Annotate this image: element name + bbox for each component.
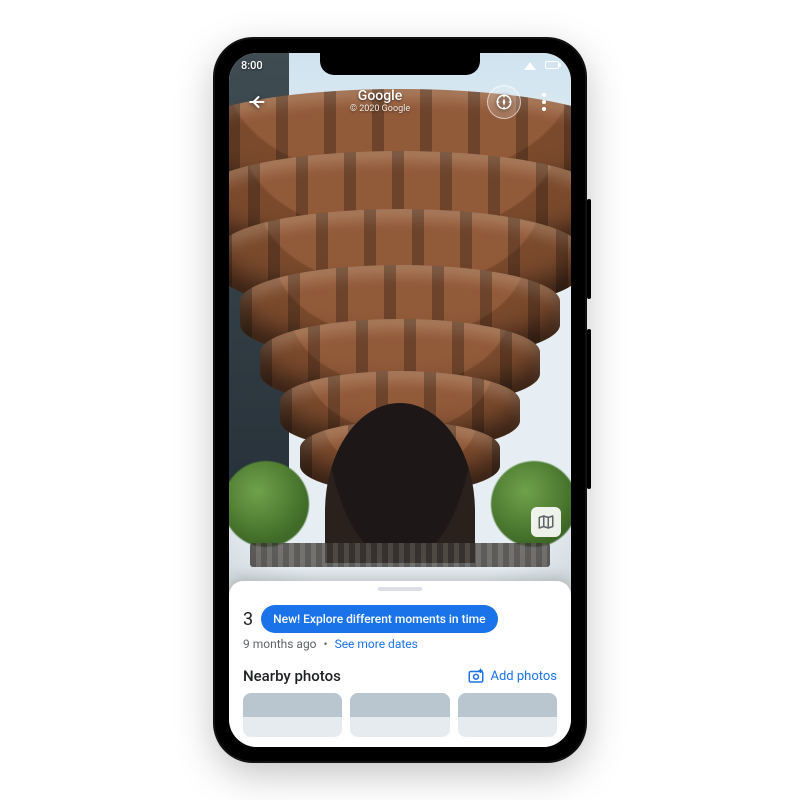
- status-bar: 8:00: [229, 53, 571, 77]
- nearby-heading: Nearby photos: [243, 667, 341, 685]
- add-photos-button[interactable]: Add photos: [467, 667, 558, 685]
- header-title-block: Google © 2020 Google: [350, 89, 410, 114]
- nearby-thumbnail[interactable]: [350, 693, 449, 737]
- status-indicators: [518, 59, 559, 72]
- back-button[interactable]: [239, 85, 273, 119]
- header-title: Google: [350, 89, 410, 104]
- nearby-thumbnail[interactable]: [458, 693, 557, 737]
- nearby-thumbnail[interactable]: [243, 693, 342, 737]
- more-vert-icon: [542, 93, 546, 111]
- compass-icon: [495, 93, 513, 111]
- bottom-sheet[interactable]: 3 New! Explore different moments in time…: [229, 581, 571, 747]
- signal-icon: [524, 62, 536, 70]
- header-subtitle: © 2020 Google: [350, 105, 410, 115]
- side-button: [587, 199, 591, 299]
- map-icon: [537, 513, 555, 531]
- photo-meta: 9 months ago • See more dates: [229, 633, 571, 661]
- status-time: 8:00: [241, 59, 263, 72]
- streetview-header: Google © 2020 Google: [229, 77, 571, 127]
- add-photos-label: Add photos: [491, 669, 558, 684]
- tree-icon: [229, 461, 309, 547]
- dates-count: 3: [243, 609, 253, 630]
- arrow-left-icon: [246, 92, 266, 112]
- screen: 8:00 Google © 2020 Google: [229, 53, 571, 747]
- side-button: [587, 329, 591, 489]
- photo-age: 9 months ago: [243, 637, 317, 651]
- battery-icon: [545, 61, 559, 69]
- overflow-button[interactable]: [527, 85, 561, 119]
- new-feature-bubble[interactable]: New! Explore different moments in time: [261, 605, 497, 633]
- phone-frame: 8:00 Google © 2020 Google: [215, 39, 585, 761]
- compass-button[interactable]: [487, 85, 521, 119]
- nearby-thumbs: [229, 693, 571, 747]
- see-more-dates-link[interactable]: See more dates: [335, 637, 418, 651]
- crowd-silhouette: [250, 543, 551, 567]
- mini-map-button[interactable]: [531, 507, 561, 537]
- add-photo-icon: [467, 667, 485, 685]
